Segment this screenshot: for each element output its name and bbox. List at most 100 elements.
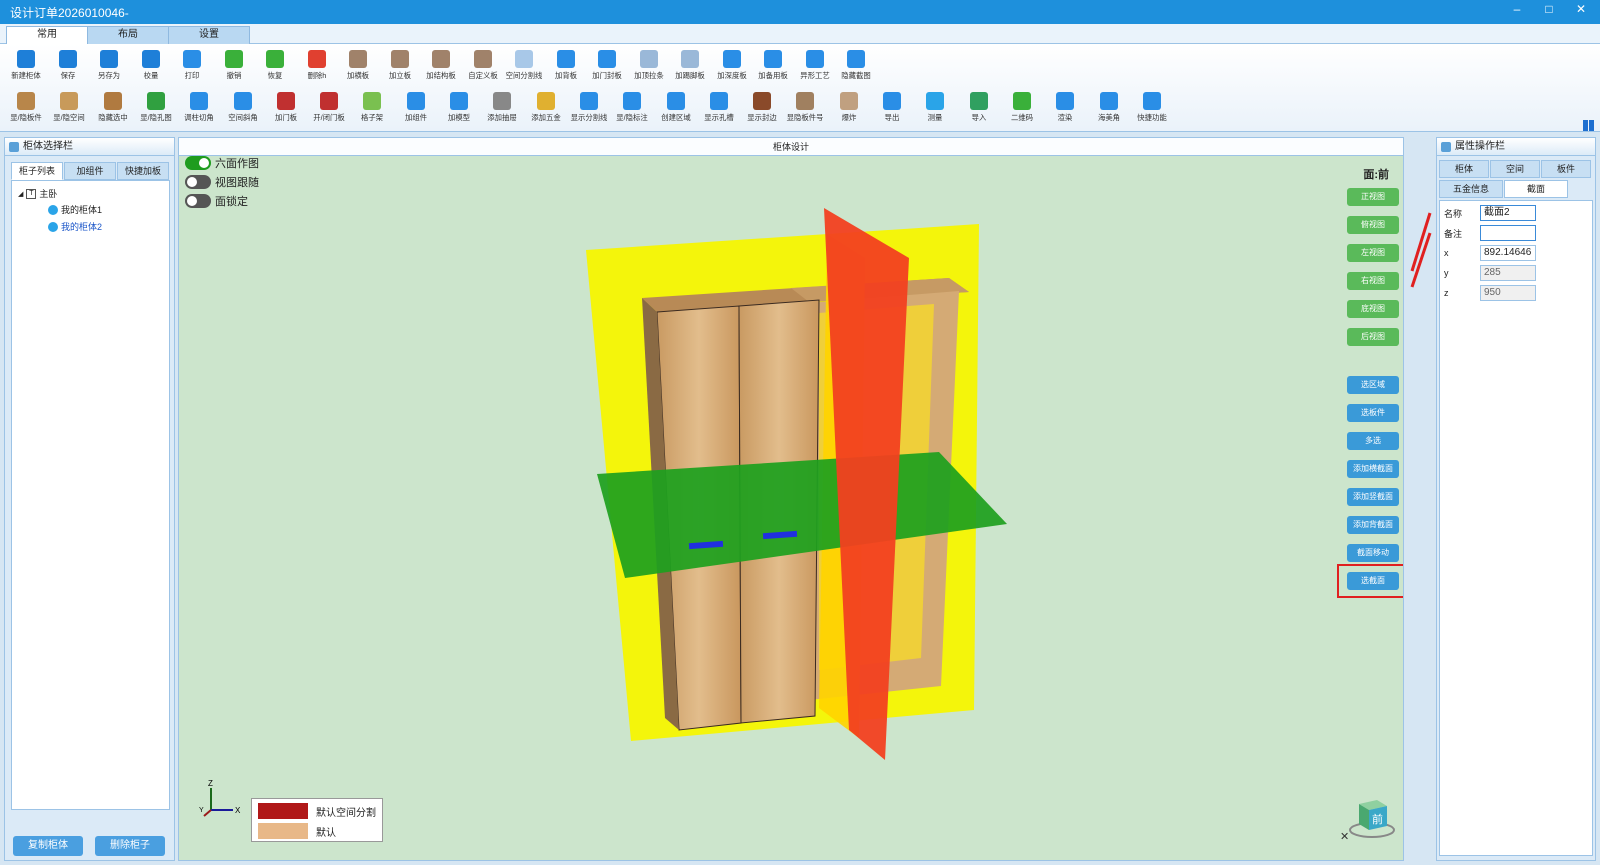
tab-quick-add-board[interactable]: 快捷加板: [117, 162, 169, 180]
toolbar-button[interactable]: 创建区域: [654, 88, 698, 130]
toolbar-button[interactable]: 撤销: [212, 46, 256, 88]
bottom-view-button[interactable]: 底视图: [1347, 300, 1399, 318]
tab-add-component[interactable]: 加组件: [64, 162, 116, 180]
y-field[interactable]: 285: [1480, 265, 1536, 281]
view-cube-icon[interactable]: 前: [1347, 792, 1397, 838]
toolbar-button[interactable]: 加门板: [264, 88, 308, 130]
front-view-button[interactable]: 正视图: [1347, 188, 1399, 206]
toolbar-button[interactable]: 调柱切角: [177, 88, 221, 130]
toolbar-button[interactable]: 显隐板件号: [783, 88, 827, 130]
toolbar-button[interactable]: 爆炸: [827, 88, 871, 130]
toolbar-button[interactable]: 显示封边: [740, 88, 784, 130]
toolbar-button[interactable]: 加结构板: [419, 46, 463, 88]
toolbar-button[interactable]: 校量: [129, 46, 173, 88]
x-field[interactable]: 892.14646: [1480, 245, 1536, 261]
toolbar-button[interactable]: 加背板: [544, 46, 588, 88]
toolbar-button[interactable]: 加横板: [336, 46, 380, 88]
toolbar-button[interactable]: 新建柜体: [4, 46, 48, 88]
toolbar-button[interactable]: 另存为: [87, 46, 131, 88]
tree-item-label: 我的柜体2: [61, 222, 103, 232]
right-view-button[interactable]: 右视图: [1347, 272, 1399, 290]
tree-root[interactable]: ◢ T 主卧: [18, 187, 57, 200]
toolbar-button[interactable]: 显示分割线: [567, 88, 611, 130]
toolbar-button[interactable]: 显/隐标注: [610, 88, 654, 130]
copy-cabinet-button[interactable]: 复制柜体: [13, 836, 83, 856]
toolbar-button[interactable]: 空间斜角: [221, 88, 265, 130]
toolbar-button[interactable]: 隐藏截图: [834, 46, 878, 88]
name-field[interactable]: 截面2: [1480, 205, 1536, 221]
tab-settings[interactable]: 设置: [168, 26, 250, 44]
toolbar-button[interactable]: 打印: [170, 46, 214, 88]
toolbar-button[interactable]: 导入: [957, 88, 1001, 130]
toolbar-icon: [320, 92, 339, 110]
maximize-icon[interactable]: □: [1542, 2, 1556, 16]
add-back-section-button[interactable]: 添加背截面: [1347, 516, 1399, 534]
tree-item-cabinet-1[interactable]: 我的柜体1: [48, 203, 102, 216]
tab-cabinet[interactable]: 柜体: [1439, 160, 1489, 178]
toolbar-icon: [17, 92, 35, 110]
toolbar-button[interactable]: 加踢脚板: [668, 46, 712, 88]
move-section-button[interactable]: 截面移动: [1347, 544, 1399, 562]
toolbar-button[interactable]: 加深度板: [710, 46, 754, 88]
add-vertical-section-button[interactable]: 添加竖截面: [1347, 488, 1399, 506]
minimize-icon[interactable]: –: [1510, 2, 1524, 16]
toolbar-button[interactable]: 添加抽屉: [480, 88, 524, 130]
toolbar-button[interactable]: 显/隐孔图: [134, 88, 178, 130]
grid-menu-icon[interactable]: [1583, 120, 1594, 131]
toolbar-button[interactable]: 加门封板: [585, 46, 629, 88]
toolbar-button[interactable]: 海美角: [1087, 88, 1131, 130]
toolbar-button[interactable]: 渲染: [1043, 88, 1087, 130]
toolbar-label: 加模型: [447, 113, 471, 122]
toolbar-button[interactable]: 加组件: [394, 88, 438, 130]
toolbar-icon: [224, 50, 243, 68]
toolbar-label: 测量: [927, 113, 943, 122]
toolbar-button[interactable]: 删除h: [295, 46, 339, 88]
toolbar-button[interactable]: 加模型: [437, 88, 481, 130]
tab-section[interactable]: 截面: [1504, 180, 1568, 198]
tab-common[interactable]: 常用: [6, 26, 88, 44]
tab-layout[interactable]: 布局: [87, 26, 169, 44]
back-view-button[interactable]: 后视图: [1347, 328, 1399, 346]
collapse-icon[interactable]: ◢: [18, 190, 23, 198]
close-icon[interactable]: ✕: [1574, 2, 1588, 16]
tab-board[interactable]: 板件: [1541, 160, 1591, 178]
top-view-button[interactable]: 俯视图: [1347, 216, 1399, 234]
toolbar-button[interactable]: 二维码: [1000, 88, 1044, 130]
tab-space[interactable]: 空间: [1490, 160, 1540, 178]
z-field[interactable]: 950: [1480, 285, 1536, 301]
toolbar-button[interactable]: 隐藏选中: [91, 88, 135, 130]
tree-item-cabinet-2[interactable]: 我的柜体2: [48, 220, 102, 233]
toolbar-button[interactable]: 导出: [870, 88, 914, 130]
add-horizontal-section-button[interactable]: 添加横截面: [1347, 460, 1399, 478]
toolbar-button[interactable]: 恢复: [253, 46, 297, 88]
toolbar-label: 恢复: [267, 71, 283, 80]
toolbar-button[interactable]: 开/闭门板: [307, 88, 351, 130]
view-cube-label: 前: [1372, 812, 1383, 826]
toolbar-button[interactable]: 加顶拉条: [627, 46, 671, 88]
toolbar-button[interactable]: 快捷功能: [1130, 88, 1174, 130]
legend-item: 默认: [258, 823, 336, 839]
toolbar-button[interactable]: 空间分割线: [502, 46, 546, 88]
left-view-button[interactable]: 左视图: [1347, 244, 1399, 262]
select-board-button[interactable]: 选板件: [1347, 404, 1399, 422]
toolbar-button[interactable]: 添加五金: [524, 88, 568, 130]
multi-select-button[interactable]: 多选: [1347, 432, 1399, 450]
toolbar-button[interactable]: 格子架: [350, 88, 394, 130]
toolbar-button[interactable]: 自定义板: [461, 46, 505, 88]
tab-cabinet-list[interactable]: 柜子列表: [11, 162, 63, 180]
tab-hardware-info[interactable]: 五金信息: [1439, 180, 1503, 198]
toolbar-button[interactable]: 显示孔槽: [697, 88, 741, 130]
delete-cabinet-button[interactable]: 删除柜子: [95, 836, 165, 856]
toolbar-button[interactable]: 加备用板: [751, 46, 795, 88]
toolbar-button[interactable]: 测量: [913, 88, 957, 130]
design-viewport[interactable]: 柜体设计 六面作图 视图跟随 面锁定 面:前 正视图 俯视图 左视图 右视图 底…: [178, 137, 1404, 861]
note-field[interactable]: [1480, 225, 1536, 241]
toolbar-button[interactable]: 显/隐空间: [47, 88, 91, 130]
toolbar-button[interactable]: 加立板: [378, 46, 422, 88]
toolbar-button[interactable]: 显/隐板件: [4, 88, 48, 130]
select-area-button[interactable]: 选区域: [1347, 376, 1399, 394]
legend-item: 默认空间分割: [258, 803, 376, 819]
toolbar-button[interactable]: 保存: [46, 46, 90, 88]
cabinet-3d-scene[interactable]: [179, 138, 1404, 861]
toolbar-button[interactable]: 异形工艺: [793, 46, 837, 88]
